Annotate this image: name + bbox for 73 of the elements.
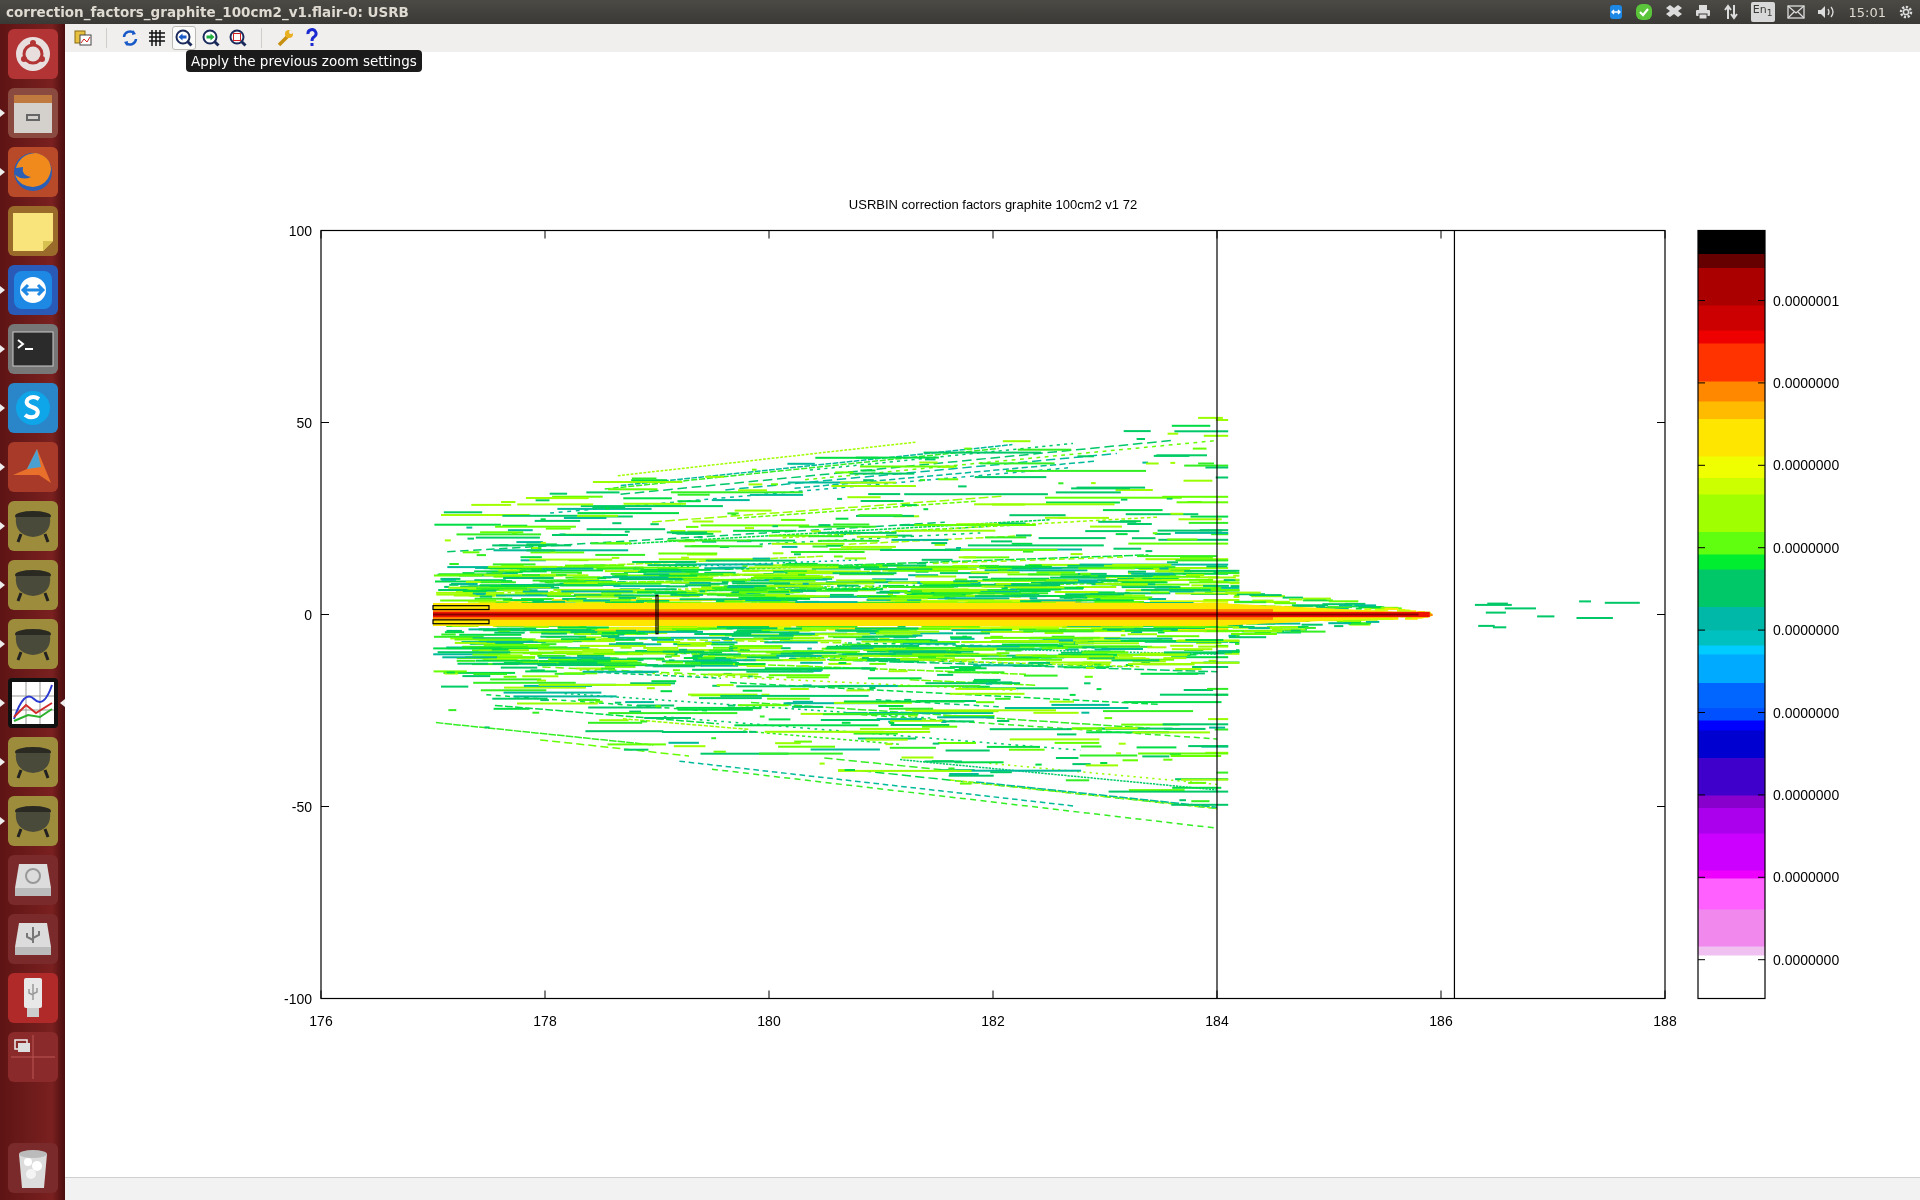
running-indicator-icon [0,758,5,766]
remote-control-icon[interactable] [6,264,59,316]
running-indicator-icon [0,640,5,648]
globe-fox-icon[interactable] [6,146,59,198]
running-indicator-icon [0,581,5,589]
settings-icon[interactable] [1898,4,1914,20]
colorbar-label: 0.0000000 [1773,786,1840,803]
file-cabinet-icon[interactable] [6,87,59,139]
axis-tick-label: 176 [309,1012,333,1029]
axis-tick-label: 178 [533,1012,557,1029]
running-indicator-icon [0,699,5,707]
remote-control-icon[interactable] [1608,4,1623,20]
terminal-icon[interactable] [6,323,59,375]
colorbar-label: 0.0000000 [1773,622,1840,639]
axis-tick-label: 186 [1429,1012,1453,1029]
keyboard-layout-indicator[interactable]: En$_{1}$ [1750,2,1775,22]
axis-tick-label: 0 [304,606,312,623]
colorbar-label: 0.0000000 [1773,457,1840,474]
cauldron-icon[interactable] [6,618,59,670]
colorbar-label: 0.0000000 [1773,374,1840,391]
axis-tick-label: 180 [757,1012,781,1029]
window-title: correction_factors_graphite_100cm2_v1.flair-0: USRB [6,4,409,20]
axis-tick-label: 182 [981,1012,1005,1029]
wrench-icon [275,28,295,48]
plot-title: USRBIN correction factors graphite 100cm2 v1 72 [848,196,1138,212]
cauldron-icon[interactable] [6,795,59,847]
running-indicator-icon [0,286,5,294]
sticky-note-icon[interactable] [6,205,59,257]
speaker-icon[interactable] [1816,4,1837,20]
running-indicator-icon [0,817,5,825]
zoom-back-button[interactable] [172,26,196,50]
running-indicator-icon [0,345,5,353]
transfer-arrows-icon[interactable] [1722,4,1739,20]
colorbar-label: 0.0000000 [1773,951,1840,968]
trash-can-icon[interactable] [6,1142,59,1194]
line-chart-icon[interactable] [6,677,59,729]
peak-surface-icon[interactable] [6,441,59,493]
axis-tick-label: 50 [296,414,312,431]
zoom-fit-icon [228,28,248,48]
refresh-icon [120,28,140,48]
colorbar-label: 0.0000000 [1773,869,1840,886]
axis-tick-label: -100 [283,990,312,1007]
printer-icon[interactable] [1694,4,1711,20]
axis-tick-label: -50 [291,798,312,815]
running-indicator-icon [0,404,5,412]
zoom-forward-icon [201,28,221,48]
colorbar-label: 0.0000000 [1773,704,1840,721]
usb-stick-icon[interactable] [6,972,59,1024]
axis-tick-label: 100 [288,222,312,239]
hard-drive-icon[interactable] [6,854,59,906]
clock[interactable]: 15:01 [1848,4,1886,20]
running-indicator-icon [0,463,5,471]
colorbar-label: 0.0000000 [1773,539,1840,556]
zoom-back-icon [174,28,194,48]
chat-bubble-icon[interactable] [6,382,59,434]
layers-icon [73,28,93,48]
usb-drive-icon[interactable] [6,913,59,965]
workspaces-icon[interactable] [6,1031,59,1083]
cauldron-icon[interactable] [6,736,59,788]
axis-tick-label: 188 [1653,1012,1677,1029]
running-indicator-icon [0,109,5,117]
launcher-item[interactable] [0,677,65,729]
check-icon[interactable] [1634,3,1653,21]
colorbar-label: 0.0000001 [1773,292,1840,309]
running-indicator-icon [0,168,5,176]
cauldron-icon[interactable] [6,559,59,611]
ubuntu-logo-icon[interactable] [6,28,59,80]
tooltip: Apply the previous zoom settings [186,50,422,72]
mail-icon[interactable] [1786,5,1805,19]
cauldron-icon[interactable] [6,500,59,552]
grid-icon [147,28,167,48]
axis-tick-label: 184 [1205,1012,1229,1029]
running-indicator-icon [0,522,5,530]
